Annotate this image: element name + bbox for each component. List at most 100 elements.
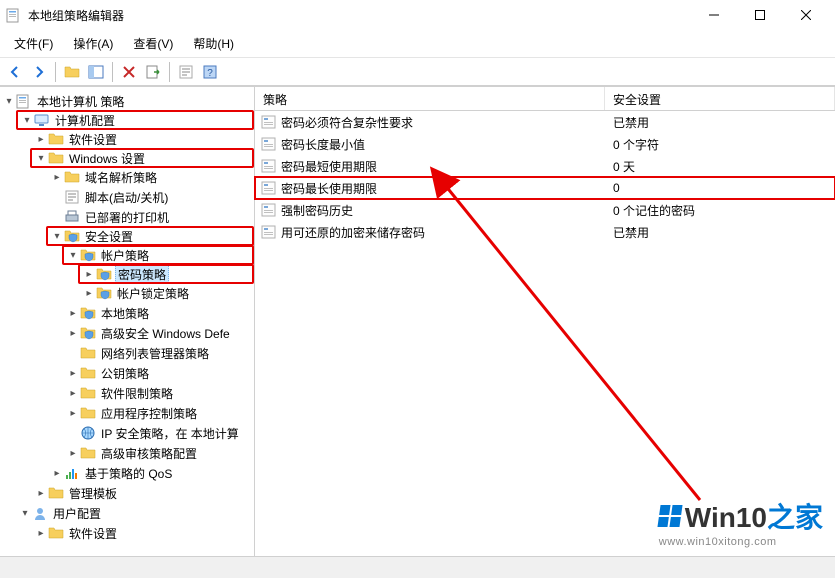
policy-name: 密码最长使用期限 — [281, 180, 377, 197]
tree-name-resolution[interactable]: ▸ 域名解析策略 — [0, 167, 254, 187]
tree-network-list[interactable]: ▸ 网络列表管理器策略 — [0, 343, 254, 363]
expand-icon[interactable]: ▸ — [50, 170, 64, 184]
folder-icon — [80, 345, 96, 361]
folder-icon — [64, 169, 80, 185]
tree-label: 本地计算机 策略 — [35, 92, 126, 111]
tree-label: 软件设置 — [67, 130, 119, 149]
tree-software-restriction[interactable]: ▸ 软件限制策略 — [0, 383, 254, 403]
policy-icon — [261, 114, 277, 130]
folder-icon — [48, 525, 64, 541]
tree-label: 域名解析策略 — [83, 168, 159, 187]
back-button[interactable] — [4, 61, 26, 83]
tree-label: 安全设置 — [83, 227, 135, 246]
expand-icon[interactable]: ▸ — [34, 526, 48, 540]
close-button[interactable] — [783, 0, 829, 30]
scroll-icon — [64, 189, 80, 205]
help-button[interactable]: ? — [199, 61, 221, 83]
tree-password-policy[interactable]: ▸ 密码策略 — [78, 264, 254, 284]
tree-label: 已部署的打印机 — [83, 208, 171, 227]
menu-action[interactable]: 操作(A) — [63, 32, 123, 55]
folder-icon — [80, 385, 96, 401]
forward-button[interactable] — [28, 61, 50, 83]
list-row[interactable]: 用可还原的加密来储存密码 已禁用 — [255, 221, 835, 243]
expand-icon[interactable]: ▾ — [2, 94, 16, 108]
policy-name: 密码必须符合复杂性要求 — [281, 114, 413, 131]
tree-user-config[interactable]: ▾ 用户配置 — [0, 503, 254, 523]
expand-icon[interactable]: ▸ — [66, 406, 80, 420]
list-row-highlighted[interactable]: 密码最长使用期限 0 — [255, 177, 835, 199]
tree-ip-security[interactable]: ▸ IP 安全策略，在 本地计算 — [0, 423, 254, 443]
tree-lockout-policy[interactable]: ▸ 帐户锁定策略 — [0, 283, 254, 303]
policy-name: 密码长度最小值 — [281, 136, 365, 153]
tree-policy-qos[interactable]: ▸ 基于策略的 QoS — [0, 463, 254, 483]
tree-account-policy[interactable]: ▾ 帐户策略 — [62, 245, 254, 265]
properties-button[interactable] — [175, 61, 197, 83]
tree-software-settings[interactable]: ▸ 软件设置 — [0, 129, 254, 149]
tree-scripts[interactable]: ▸ 脚本(启动/关机) — [0, 187, 254, 207]
policy-value: 0 个记住的密码 — [605, 202, 835, 219]
minimize-button[interactable] — [691, 0, 737, 30]
computer-icon — [34, 112, 50, 128]
column-policy[interactable]: 策略 — [255, 87, 605, 110]
tree-defender[interactable]: ▸ 高级安全 Windows Defe — [0, 323, 254, 343]
expand-icon[interactable]: ▾ — [66, 248, 80, 262]
expand-icon[interactable]: ▸ — [34, 486, 48, 500]
expand-icon[interactable]: ▾ — [34, 151, 48, 165]
policy-icon — [261, 136, 277, 152]
export-button[interactable] — [142, 61, 164, 83]
folder-shield-icon — [96, 285, 112, 301]
tree-pane[interactable]: ▾ 本地计算机 策略 ▾ 计算机配置 ▸ 软件设置 ▾ Windows 设置 ▸… — [0, 87, 255, 556]
up-button[interactable] — [61, 61, 83, 83]
folder-icon — [48, 131, 64, 147]
menu-bar: 文件(F) 操作(A) 查看(V) 帮助(H) — [0, 30, 835, 58]
menu-help[interactable]: 帮助(H) — [183, 32, 244, 55]
tree-app-control[interactable]: ▸ 应用程序控制策略 — [0, 403, 254, 423]
menu-file[interactable]: 文件(F) — [4, 32, 63, 55]
list-row[interactable]: 强制密码历史 0 个记住的密码 — [255, 199, 835, 221]
expand-icon[interactable]: ▸ — [50, 466, 64, 480]
expand-icon[interactable]: ▾ — [18, 506, 32, 520]
client-area: ▾ 本地计算机 策略 ▾ 计算机配置 ▸ 软件设置 ▾ Windows 设置 ▸… — [0, 86, 835, 556]
column-setting[interactable]: 安全设置 — [605, 87, 835, 110]
tree-deployed-printers[interactable]: ▸ 已部署的打印机 — [0, 207, 254, 227]
policy-value: 0 — [605, 181, 835, 195]
list-pane: 策略 安全设置 密码必须符合复杂性要求 已禁用 密码长度最小值 0 个字符 密码… — [255, 87, 835, 556]
folder-shield-icon — [96, 266, 112, 282]
expand-icon[interactable]: ▾ — [20, 113, 34, 127]
list-row[interactable]: 密码最短使用期限 0 天 — [255, 155, 835, 177]
tree-label: 密码策略 — [115, 264, 169, 284]
policy-value: 已禁用 — [605, 224, 835, 241]
tree-admin-templates[interactable]: ▸ 管理模板 — [0, 483, 254, 503]
list-row[interactable]: 密码长度最小值 0 个字符 — [255, 133, 835, 155]
maximize-button[interactable] — [737, 0, 783, 30]
expand-icon[interactable]: ▸ — [66, 306, 80, 320]
delete-button[interactable] — [118, 61, 140, 83]
menu-view[interactable]: 查看(V) — [123, 32, 183, 55]
tree-public-key[interactable]: ▸ 公钥策略 — [0, 363, 254, 383]
tree-label: 管理模板 — [67, 484, 119, 503]
svg-text:?: ? — [207, 68, 213, 79]
tree-user-software[interactable]: ▸ 软件设置 — [0, 523, 254, 543]
folder-icon — [48, 485, 64, 501]
expand-icon[interactable]: ▸ — [82, 267, 96, 281]
expand-icon[interactable]: ▸ — [66, 446, 80, 460]
show-hide-console-tree-button[interactable] — [85, 61, 107, 83]
expand-icon[interactable]: ▸ — [34, 132, 48, 146]
expand-icon[interactable]: ▾ — [50, 229, 64, 243]
tree-security-settings[interactable]: ▾ 安全设置 — [46, 226, 254, 246]
tree-root[interactable]: ▾ 本地计算机 策略 — [0, 91, 254, 111]
expand-icon[interactable]: ▸ — [82, 286, 96, 300]
tree-local-policy[interactable]: ▸ 本地策略 — [0, 303, 254, 323]
tree-label: 帐户锁定策略 — [115, 284, 191, 303]
list-row[interactable]: 密码必须符合复杂性要求 已禁用 — [255, 111, 835, 133]
list-header: 策略 安全设置 — [255, 87, 835, 111]
policy-name: 强制密码历史 — [281, 202, 353, 219]
expand-icon[interactable]: ▸ — [66, 386, 80, 400]
tree-computer-config[interactable]: ▾ 计算机配置 — [16, 110, 254, 130]
tree-windows-settings[interactable]: ▾ Windows 设置 — [30, 148, 254, 168]
title-bar: 本地组策略编辑器 — [0, 0, 835, 30]
tree-label: 软件限制策略 — [99, 384, 175, 403]
tree-advanced-audit[interactable]: ▸ 高级审核策略配置 — [0, 443, 254, 463]
expand-icon[interactable]: ▸ — [66, 326, 80, 340]
expand-icon[interactable]: ▸ — [66, 366, 80, 380]
